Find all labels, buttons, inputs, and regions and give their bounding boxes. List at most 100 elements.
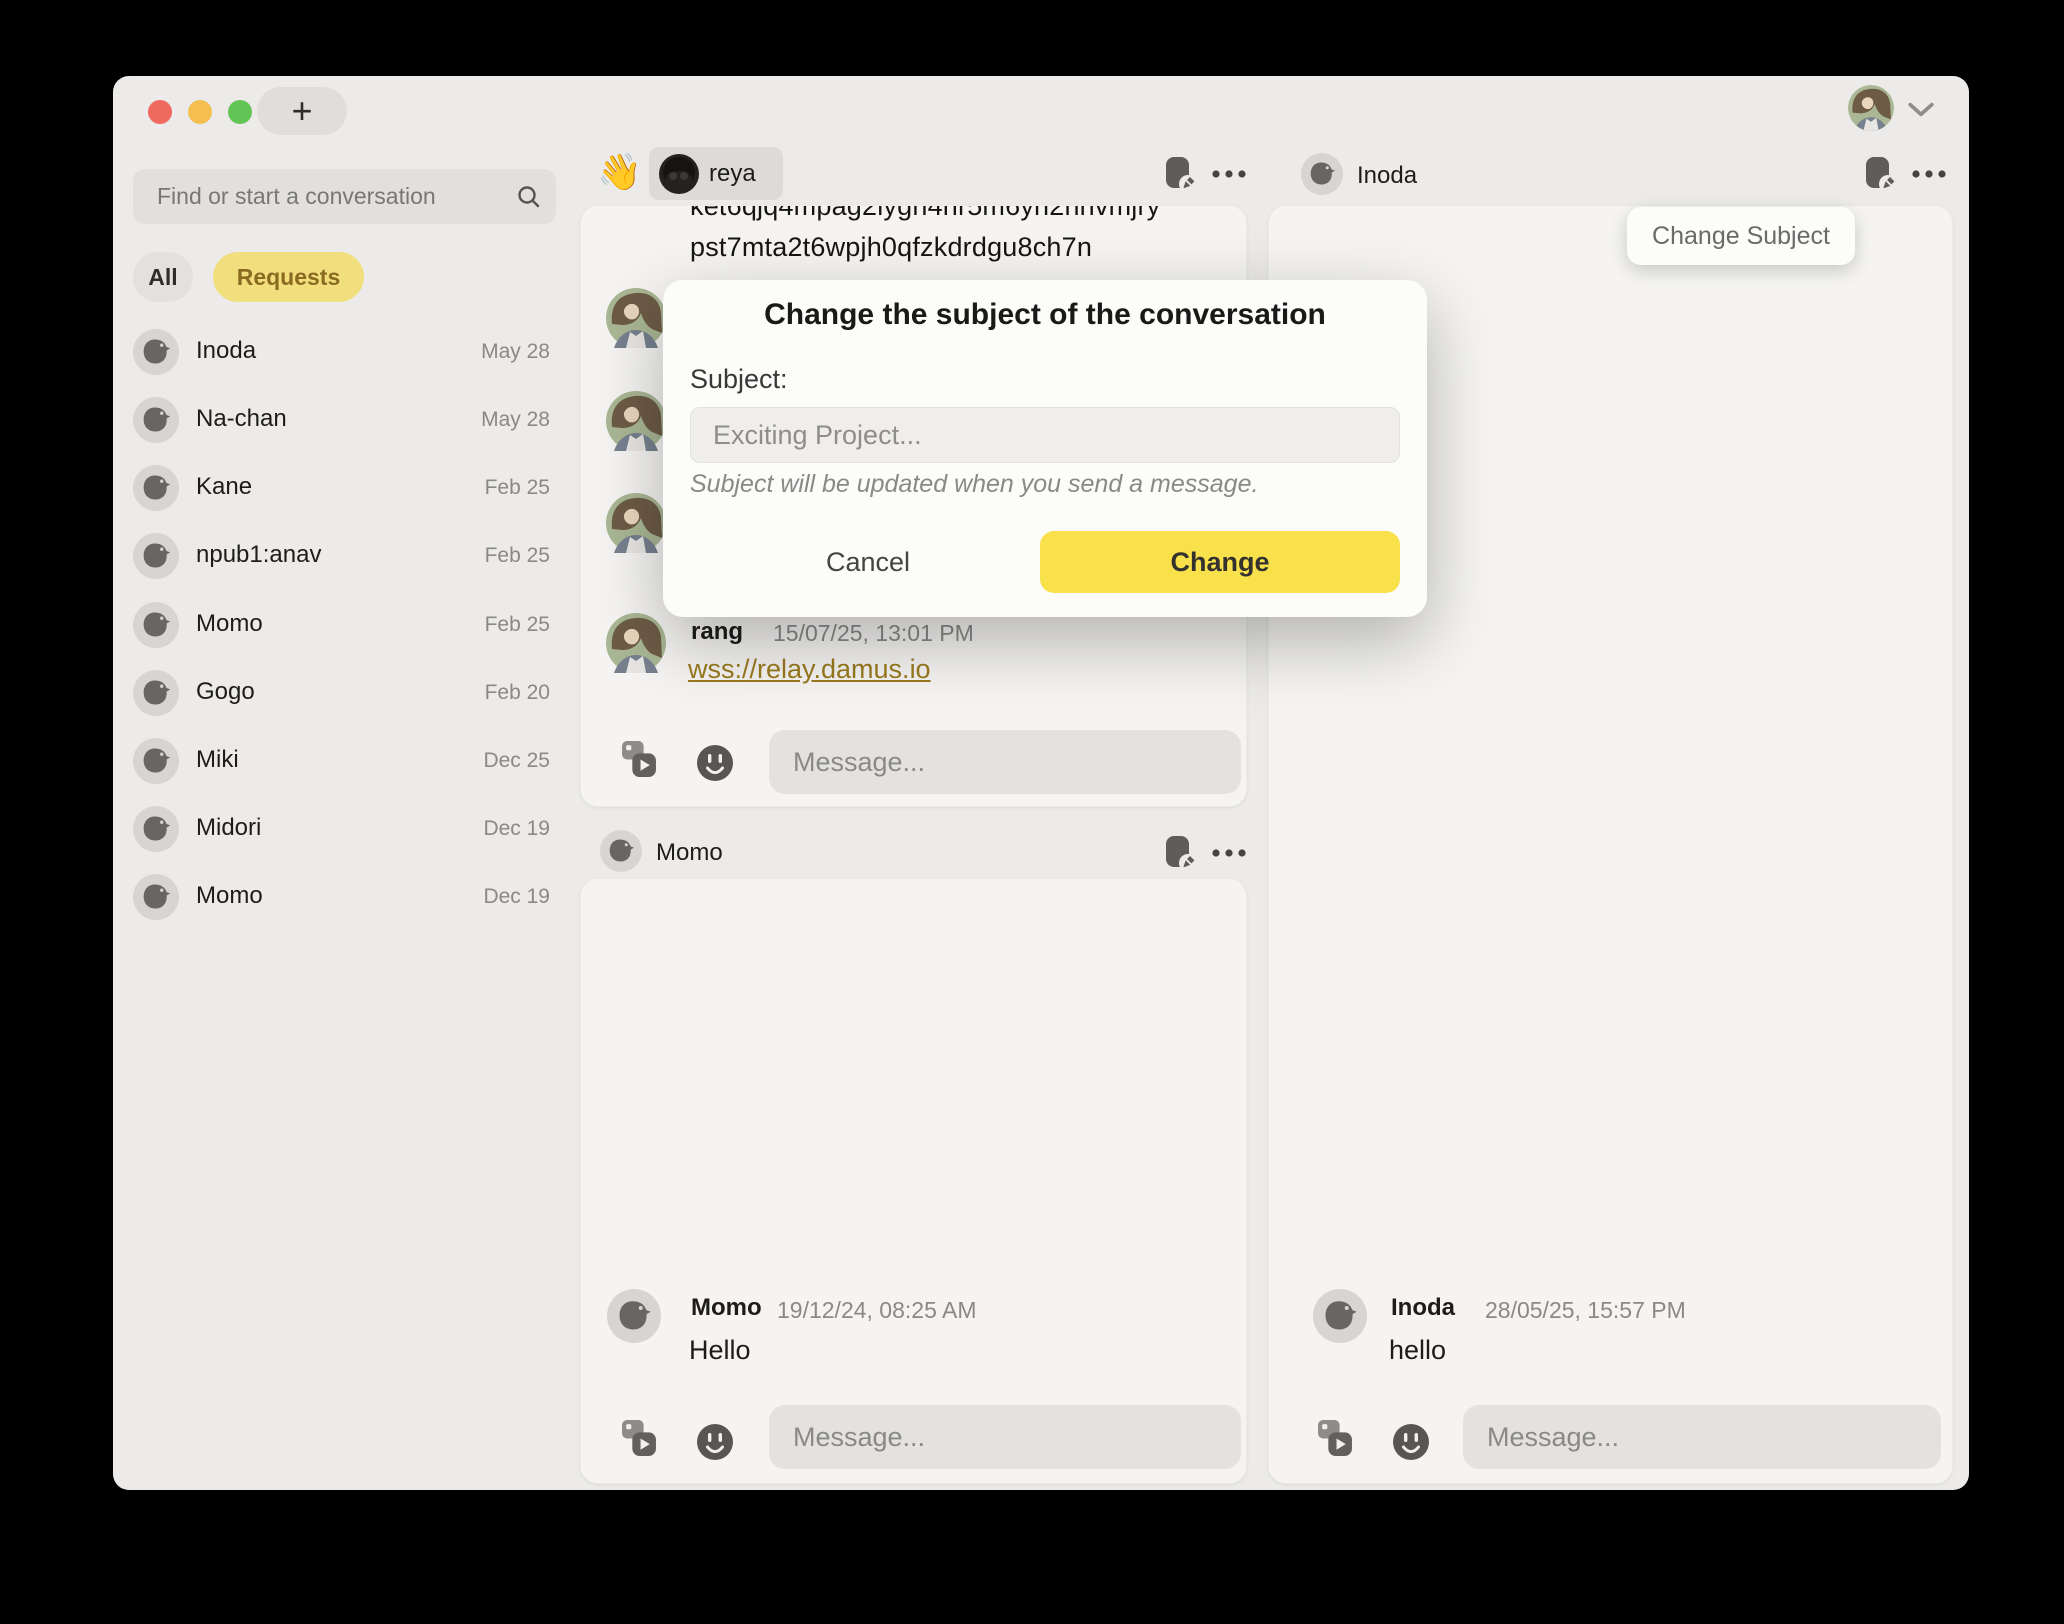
emoji-picker-icon[interactable] bbox=[697, 745, 733, 786]
search-icon bbox=[517, 185, 540, 213]
conversation-date: Dec 19 bbox=[483, 885, 550, 909]
conversation-search[interactable] bbox=[133, 169, 556, 224]
chat-title[interactable]: Inoda bbox=[1357, 162, 1417, 190]
conversation-list-item[interactable]: Miki Dec 25 bbox=[133, 727, 556, 795]
message-avatar bbox=[606, 288, 666, 353]
conversation-name: Gogo bbox=[196, 678, 255, 706]
conversation-date: May 28 bbox=[481, 340, 550, 364]
subject-note: Subject will be updated when you send a … bbox=[690, 470, 1258, 499]
avatar bbox=[133, 533, 179, 584]
chat-title[interactable]: Momo bbox=[656, 839, 723, 867]
change-subject-icon[interactable] bbox=[1163, 156, 1198, 194]
screen: + All Requests Inoda May 28 Na-chan bbox=[0, 0, 2064, 1624]
close-window-button[interactable] bbox=[148, 100, 172, 124]
conversation-list-item[interactable]: Momo Dec 19 bbox=[133, 863, 556, 931]
relay-link[interactable]: wss://relay.damus.io bbox=[688, 654, 931, 685]
avatar bbox=[133, 670, 179, 721]
emoji-picker-icon[interactable] bbox=[1393, 1424, 1429, 1465]
message-input[interactable] bbox=[1463, 1405, 1941, 1469]
conversation-name: npub1:anav bbox=[196, 541, 321, 569]
momo-avatar bbox=[600, 830, 642, 877]
filter-all-label: All bbox=[148, 264, 177, 291]
conversation-date: Dec 25 bbox=[483, 749, 550, 773]
subject-input[interactable] bbox=[691, 408, 1399, 462]
avatar bbox=[133, 329, 179, 380]
avatar bbox=[133, 874, 179, 925]
message-composer[interactable] bbox=[1463, 1405, 1941, 1469]
conversation-date: Feb 20 bbox=[485, 681, 550, 705]
change-subject-tooltip: Change Subject bbox=[1627, 207, 1855, 265]
more-options-icon[interactable] bbox=[1212, 849, 1246, 857]
avatar bbox=[133, 602, 179, 653]
scrollback-npub-line2: pst7mta2t6wpjh0qfzkdrdgu8ch7n bbox=[690, 232, 1092, 263]
conversation-name: Momo bbox=[196, 882, 263, 910]
message-text: hello bbox=[1389, 1335, 1446, 1366]
filter-all[interactable]: All bbox=[133, 252, 193, 302]
message-avatar bbox=[606, 493, 666, 558]
conversation-date: May 28 bbox=[481, 408, 550, 432]
message-input[interactable] bbox=[769, 1405, 1241, 1469]
message-composer[interactable] bbox=[769, 1405, 1241, 1469]
conversation-name: Kane bbox=[196, 473, 252, 501]
account-avatar[interactable] bbox=[1848, 85, 1894, 131]
message-text: Hello bbox=[689, 1335, 751, 1366]
message-avatar bbox=[1313, 1289, 1367, 1348]
conversation-name: Miki bbox=[196, 746, 239, 774]
subject-field[interactable] bbox=[690, 407, 1400, 463]
scrollback-npub-line1: ket6qjq4mpag2lygh4hr5m6yn2nnvmjry bbox=[690, 205, 1160, 222]
message-sender[interactable]: Inoda bbox=[1391, 1294, 1455, 1322]
avatar bbox=[133, 397, 179, 448]
attach-media-icon[interactable] bbox=[1317, 1419, 1353, 1462]
message-sender[interactable]: rang bbox=[691, 618, 743, 646]
zoom-window-button[interactable] bbox=[228, 100, 252, 124]
attach-media-icon[interactable] bbox=[621, 1419, 657, 1462]
new-tab-button[interactable]: + bbox=[257, 87, 347, 135]
message-input[interactable] bbox=[769, 730, 1241, 794]
message-avatar bbox=[606, 391, 666, 456]
conversation-name: Na-chan bbox=[196, 405, 287, 433]
message-avatar bbox=[607, 1289, 661, 1348]
message-sender[interactable]: Momo bbox=[691, 1294, 762, 1322]
avatar bbox=[133, 465, 179, 516]
conversation-list-item[interactable]: Inoda May 28 bbox=[133, 318, 556, 386]
avatar bbox=[133, 806, 179, 857]
change-subject-icon[interactable] bbox=[1863, 156, 1898, 194]
subject-label: Subject: bbox=[690, 364, 788, 395]
dialog-title: Change the subject of the conversation bbox=[663, 298, 1427, 332]
conversation-date: Feb 25 bbox=[485, 613, 550, 637]
chat-momo-panel: Momo 19/12/24, 08:25 AM Hello bbox=[580, 878, 1247, 1484]
conversation-list-item[interactable]: Kane Feb 25 bbox=[133, 454, 556, 522]
filter-requests-label: Requests bbox=[237, 264, 341, 291]
attach-media-icon[interactable] bbox=[621, 740, 657, 783]
change-subject-dialog: Change the subject of the conversation S… bbox=[663, 280, 1427, 617]
more-options-icon[interactable] bbox=[1212, 170, 1246, 178]
conversation-list-item[interactable]: Momo Feb 25 bbox=[133, 591, 556, 659]
change-subject-icon[interactable] bbox=[1163, 835, 1198, 873]
message-timestamp: 15/07/25, 13:01 PM bbox=[773, 620, 974, 647]
cancel-button[interactable]: Cancel bbox=[793, 531, 943, 593]
message-timestamp: 19/12/24, 08:25 AM bbox=[777, 1297, 977, 1324]
chat-title: reya bbox=[709, 160, 756, 188]
conversation-name: Inoda bbox=[196, 337, 256, 365]
conversation-list-item[interactable]: npub1:anav Feb 25 bbox=[133, 522, 556, 590]
more-options-icon[interactable] bbox=[1912, 170, 1946, 178]
inoda-avatar bbox=[1301, 153, 1343, 200]
message-composer[interactable] bbox=[769, 730, 1241, 794]
conversation-list-item[interactable]: Midori Dec 19 bbox=[133, 795, 556, 863]
conversation-date: Feb 25 bbox=[485, 544, 550, 568]
conversation-list-item[interactable]: Gogo Feb 20 bbox=[133, 659, 556, 727]
conversation-name: Midori bbox=[196, 814, 261, 842]
minimize-window-button[interactable] bbox=[188, 100, 212, 124]
search-input[interactable] bbox=[133, 169, 556, 224]
wave-emoji: 👋 bbox=[597, 151, 642, 193]
emoji-picker-icon[interactable] bbox=[697, 1424, 733, 1465]
avatar bbox=[133, 738, 179, 789]
chevron-down-icon[interactable] bbox=[1908, 102, 1934, 122]
conversation-date: Dec 19 bbox=[483, 817, 550, 841]
chat-reya-header-pill[interactable]: reya bbox=[649, 147, 783, 200]
conversation-list-item[interactable]: Na-chan May 28 bbox=[133, 386, 556, 454]
message-timestamp: 28/05/25, 15:57 PM bbox=[1485, 1297, 1686, 1324]
change-button[interactable]: Change bbox=[1040, 531, 1400, 593]
conversation-name: Momo bbox=[196, 610, 263, 638]
filter-requests[interactable]: Requests bbox=[213, 252, 364, 302]
